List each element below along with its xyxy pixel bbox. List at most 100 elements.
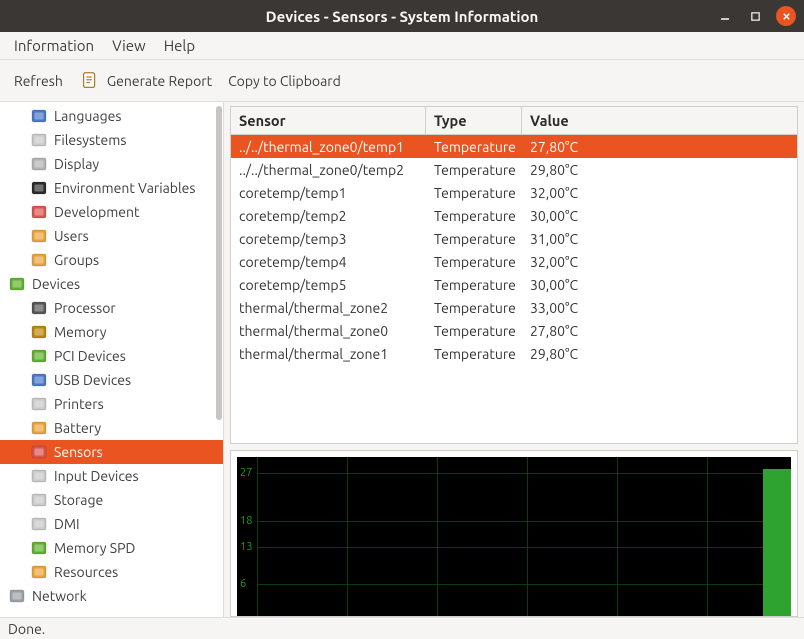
sidebar-item-development[interactable]: Development	[0, 200, 223, 224]
cell-value: 32,00°C	[522, 254, 797, 270]
window-titlebar: Devices - Sensors - System Information	[0, 0, 804, 32]
sidebar-item-storage[interactable]: Storage	[0, 488, 223, 512]
sidebar-item-dmi[interactable]: DMI	[0, 512, 223, 536]
battery-icon	[30, 419, 48, 437]
sidebar-item-label: Printers	[54, 396, 104, 412]
cell-sensor: coretemp/temp3	[231, 231, 426, 247]
table-row[interactable]: coretemp/temp4Temperature32,00°C	[231, 250, 797, 273]
menu-help[interactable]: Help	[156, 33, 203, 58]
sidebar-item-memory[interactable]: Memory	[0, 320, 223, 344]
sidebar-item-printers[interactable]: Printers	[0, 392, 223, 416]
chart-gridline-v	[437, 457, 438, 616]
sidebar-scrollbar[interactable]	[215, 106, 223, 613]
cell-type: Temperature	[426, 162, 522, 178]
table-row[interactable]: ../../thermal_zone0/temp1Temperature27,8…	[231, 135, 797, 158]
sidebar-item-processor[interactable]: Processor	[0, 296, 223, 320]
chart-gridline-h	[257, 584, 791, 585]
sidebar-item-sensors[interactable]: Sensors	[0, 440, 223, 464]
gear-icon	[30, 563, 48, 581]
sidebar-item-resources[interactable]: Resources	[0, 560, 223, 584]
sidebar-item-usb-devices[interactable]: USB Devices	[0, 368, 223, 392]
sidebar-item-label: Languages	[54, 108, 121, 124]
copy-to-clipboard-button[interactable]: Copy to Clipboard	[224, 69, 345, 93]
sidebar-item-battery[interactable]: Battery	[0, 416, 223, 440]
table-row[interactable]: thermal/thermal_zone0Temperature27,80°C	[231, 319, 797, 342]
chart-gridline-h	[257, 473, 791, 474]
cell-type: Temperature	[426, 185, 522, 201]
col-header-sensor[interactable]: Sensor	[231, 107, 426, 134]
sidebar-item-groups[interactable]: Groups	[0, 248, 223, 272]
cell-type: Temperature	[426, 231, 522, 247]
sidebar-item-label: Groups	[54, 252, 99, 268]
pci-icon	[30, 347, 48, 365]
hdd-icon	[30, 491, 48, 509]
cell-value: 30,00°C	[522, 277, 797, 293]
sidebar-item-label: Development	[54, 204, 140, 220]
cell-type: Temperature	[426, 277, 522, 293]
sidebar-item-devices[interactable]: Devices	[0, 272, 223, 296]
sidebar-item-environment-variables[interactable]: Environment Variables	[0, 176, 223, 200]
table-row[interactable]: coretemp/temp5Temperature30,00°C	[231, 273, 797, 296]
cell-type: Temperature	[426, 300, 522, 316]
sidebar-item-label: Display	[54, 156, 99, 172]
cell-value: 32,00°C	[522, 185, 797, 201]
table-row[interactable]: ../../thermal_zone0/temp2Temperature29,8…	[231, 158, 797, 181]
cell-sensor: ../../thermal_zone0/temp2	[231, 162, 426, 178]
menu-view[interactable]: View	[104, 33, 154, 58]
sidebar-item-label: Memory	[54, 324, 107, 340]
col-header-type[interactable]: Type	[426, 107, 522, 134]
close-button[interactable]	[776, 6, 796, 26]
sidebar-item-label: Storage	[54, 492, 103, 508]
refresh-button[interactable]: Refresh	[10, 69, 67, 93]
refresh-label: Refresh	[14, 73, 63, 89]
drive-icon	[30, 131, 48, 149]
cell-sensor: coretemp/temp5	[231, 277, 426, 293]
sidebar-item-input-devices[interactable]: Input Devices	[0, 464, 223, 488]
sidebar-item-filesystems[interactable]: Filesystems	[0, 128, 223, 152]
sidebar-item-label: Battery	[54, 420, 101, 436]
chart-gridline-v	[617, 457, 618, 616]
sidebar-item-users[interactable]: Users	[0, 224, 223, 248]
table-row[interactable]: coretemp/temp2Temperature30,00°C	[231, 204, 797, 227]
network-icon	[8, 587, 26, 605]
minimize-button[interactable]	[716, 7, 734, 25]
table-row[interactable]: coretemp/temp3Temperature31,00°C	[231, 227, 797, 250]
sidebar-item-label: Devices	[32, 276, 80, 292]
table-row[interactable]: thermal/thermal_zone1Temperature29,80°C	[231, 342, 797, 365]
sidebar-item-pci-devices[interactable]: PCI Devices	[0, 344, 223, 368]
cell-sensor: ../../thermal_zone0/temp1	[231, 139, 426, 155]
generate-report-button[interactable]: Generate Report	[75, 66, 216, 96]
copy-label: Copy to Clipboard	[228, 73, 341, 89]
chart-gridline-h	[257, 521, 791, 522]
sidebar-item-memory-spd[interactable]: Memory SPD	[0, 536, 223, 560]
sidebar-item-label: Network	[32, 588, 87, 604]
sidebar-item-label: Memory SPD	[54, 540, 135, 556]
usb-icon	[30, 371, 48, 389]
cell-value: 27,80°C	[522, 323, 797, 339]
sensor-table: Sensor Type Value ../../thermal_zone0/te…	[230, 106, 798, 444]
sidebar-item-network[interactable]: Network	[0, 584, 223, 608]
cell-value: 29,80°C	[522, 346, 797, 362]
sidebar-item-label: DMI	[54, 516, 80, 532]
sidebar-item-label: Resources	[54, 564, 118, 580]
sidebar-item-display[interactable]: Display	[0, 152, 223, 176]
users-icon	[30, 251, 48, 269]
status-text: Done.	[8, 621, 45, 637]
col-header-value[interactable]: Value	[522, 107, 797, 134]
sidebar: Languages Filesystems Display Environment V…	[0, 102, 224, 617]
sidebar-item-label: Filesystems	[54, 132, 126, 148]
table-body: ../../thermal_zone0/temp1Temperature27,8…	[231, 135, 797, 365]
cell-value: 33,00°C	[522, 300, 797, 316]
maximize-button[interactable]	[746, 7, 764, 25]
cpu-icon	[30, 299, 48, 317]
table-row[interactable]: thermal/thermal_zone2Temperature33,00°C	[231, 296, 797, 319]
content-area: Sensor Type Value ../../thermal_zone0/te…	[224, 102, 804, 617]
menu-information[interactable]: Information	[6, 33, 102, 58]
cell-value: 31,00°C	[522, 231, 797, 247]
table-row[interactable]: coretemp/temp1Temperature32,00°C	[231, 181, 797, 204]
cell-sensor: thermal/thermal_zone1	[231, 346, 426, 362]
cell-value: 30,00°C	[522, 208, 797, 224]
window-controls	[716, 0, 796, 32]
monitor-icon	[30, 515, 48, 533]
sidebar-item-languages[interactable]: Languages	[0, 104, 223, 128]
